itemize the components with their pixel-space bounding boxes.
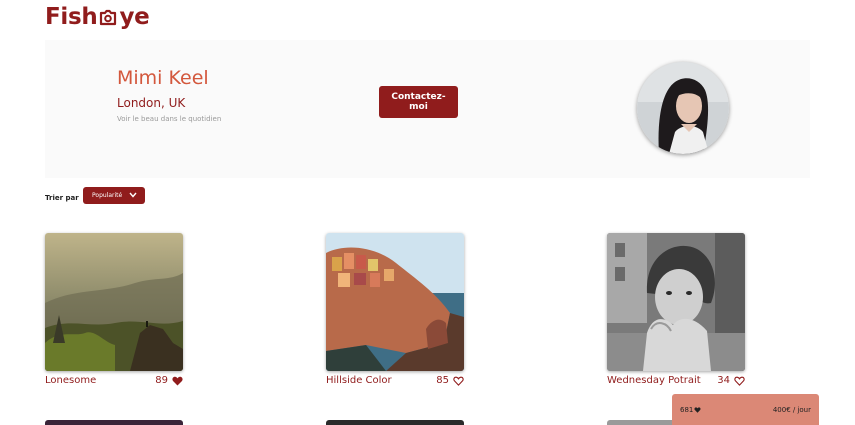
media-title: Lonesome — [45, 375, 97, 386]
photographer-name: Mimi Keel — [117, 67, 209, 89]
fisheye-logo[interactable]: Fish ye — [45, 4, 150, 30]
heart-outline-icon[interactable] — [734, 376, 745, 386]
heart-filled-icon — [694, 407, 701, 413]
sort-label: Trier par — [45, 194, 79, 202]
media-caption: Lonesome 89 — [45, 375, 183, 386]
media-title: Hillside Color — [326, 375, 392, 386]
camera-icon — [100, 9, 117, 26]
media-thumbnail[interactable] — [326, 233, 464, 371]
contact-button[interactable]: Contactez-moi — [379, 86, 458, 118]
media-thumbnail[interactable] — [607, 233, 745, 371]
total-likes: 681 — [680, 406, 701, 414]
avatar — [637, 62, 729, 154]
like-count: 85 — [436, 375, 449, 386]
likes-price-bar: 681 400€ / jour — [672, 394, 819, 425]
media-caption: Wednesday Potrait 34 — [607, 375, 745, 386]
logo-text-left: Fish — [45, 4, 98, 30]
media-thumbnail[interactable] — [45, 420, 183, 425]
media-thumbnail[interactable] — [326, 420, 464, 425]
photographer-header: Mimi Keel London, UK Voir le beau dans l… — [45, 40, 810, 178]
media-caption: Hillside Color 85 — [326, 375, 464, 386]
chevron-down-icon — [129, 192, 137, 198]
heart-outline-icon[interactable] — [453, 376, 464, 386]
photographer-location: London, UK — [117, 96, 186, 110]
like-count: 89 — [155, 375, 168, 386]
like-count: 34 — [717, 375, 730, 386]
total-likes-count: 681 — [680, 406, 694, 414]
photographer-tagline: Voir le beau dans le quotidien — [117, 115, 222, 123]
logo-text-right: ye — [119, 4, 150, 30]
sort-selected-value: Popularité — [92, 192, 123, 199]
daily-price: 400€ / jour — [772, 406, 811, 414]
heart-filled-icon[interactable] — [172, 376, 183, 386]
media-title: Wednesday Potrait — [607, 375, 701, 386]
sort-dropdown[interactable]: Popularité — [83, 187, 145, 204]
media-thumbnail[interactable] — [45, 233, 183, 371]
